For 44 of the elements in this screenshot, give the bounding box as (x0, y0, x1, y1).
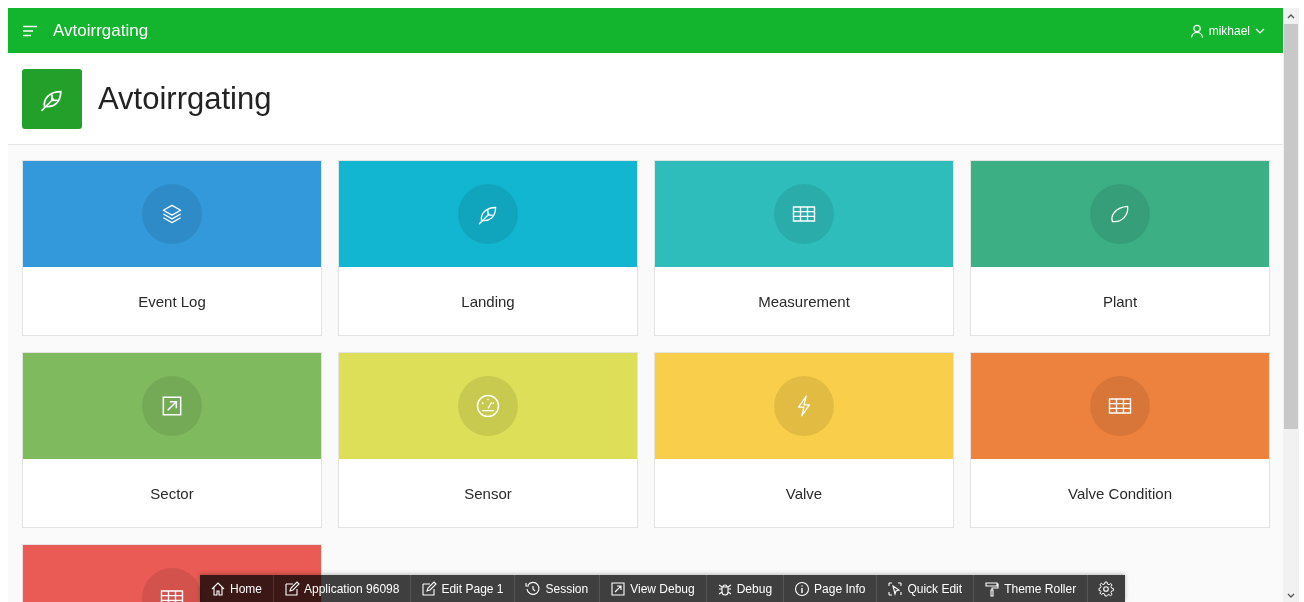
scroll-down-icon[interactable] (1287, 593, 1295, 598)
card-label: Measurement (757, 291, 851, 312)
edit-icon (284, 580, 300, 597)
clock-icon (525, 580, 542, 597)
toolbar-button[interactable]: Page Info (784, 575, 878, 602)
scroll-thumb[interactable] (1284, 24, 1298, 429)
card-label: Event Log (137, 291, 207, 312)
card-label: Landing (460, 291, 516, 312)
toolbar-button[interactable]: Edit Page 1 (411, 575, 516, 602)
menu-icon (22, 24, 38, 37)
user-icon (1189, 23, 1204, 38)
arrow-icon (610, 580, 627, 597)
edit-icon (421, 580, 438, 597)
scrollbar[interactable] (1283, 8, 1299, 602)
menu-card[interactable]: Valve Condition (970, 352, 1270, 528)
card-label: Plant (1101, 291, 1139, 312)
page-title: Avtoirrgating (98, 80, 272, 117)
toolbar-button[interactable]: Debug (706, 575, 785, 602)
gauge-icon (474, 392, 502, 420)
paint-roller-icon (984, 580, 1001, 597)
toolbar-button[interactable]: View Debug (600, 575, 707, 602)
menu-card[interactable]: Landing (338, 160, 638, 336)
card-label: Valve Condition (1067, 483, 1173, 504)
card-label: Valve (784, 483, 824, 504)
menu-card[interactable]: Valve (654, 352, 954, 528)
scroll-up-icon[interactable] (1287, 14, 1295, 19)
menu-card[interactable]: Sector (22, 352, 322, 528)
cursor-icon (887, 580, 904, 597)
toolbar-button[interactable]: Session (515, 575, 601, 602)
card-label: Sensor (463, 483, 513, 504)
home-icon (210, 580, 226, 597)
menu-card[interactable]: Sensor (338, 352, 638, 528)
card-label: Sector (149, 483, 195, 504)
toolbar-button[interactable]: Home (200, 575, 274, 602)
menu-card[interactable]: Plant (970, 160, 1270, 336)
menu-button[interactable] (22, 24, 38, 37)
chevron-down-icon (1255, 27, 1265, 34)
toolbar-button[interactable]: Theme Roller (974, 575, 1089, 602)
toolbar-button[interactable]: Quick Edit (877, 575, 975, 602)
menu-card[interactable]: Event Log (22, 160, 322, 336)
settings-icon (1098, 580, 1115, 597)
toolbar-button[interactable]: Application 96098 (274, 575, 412, 602)
menu-card[interactable]: Measurement (654, 160, 954, 336)
info-icon (794, 580, 811, 597)
